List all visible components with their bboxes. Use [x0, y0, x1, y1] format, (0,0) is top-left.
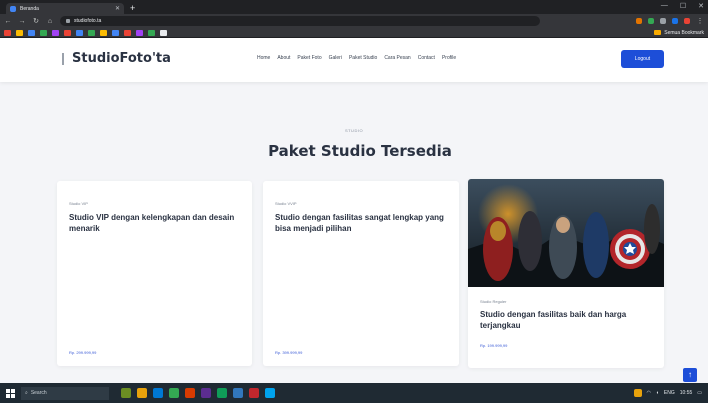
package-label: Studio VVIP — [275, 201, 297, 206]
section-title: Paket Studio Tersedia — [268, 142, 452, 160]
home-icon[interactable]: ⌂ — [46, 18, 54, 25]
forward-icon[interactable]: → — [18, 18, 26, 25]
nav-item-contact[interactable]: Contact — [418, 55, 435, 61]
extension-icon[interactable] — [660, 18, 666, 24]
address-text: studiofoto.ta — [74, 18, 102, 24]
maximize-icon[interactable]: ☐ — [680, 2, 686, 10]
package-label: Studio VIP — [69, 201, 88, 206]
extensions-area: ⋮ — [636, 17, 704, 25]
bookmark-icon[interactable] — [88, 29, 95, 36]
bookmark-icon[interactable] — [160, 29, 167, 36]
package-card[interactable]: Studio VIP Studio VIP dengan kelengkapan… — [57, 181, 252, 366]
taskbar-app-icon[interactable] — [217, 388, 227, 398]
extension-icon[interactable] — [648, 18, 654, 24]
bookmark-icon[interactable] — [100, 29, 107, 36]
bookmark-icon[interactable] — [52, 29, 59, 36]
section-eyebrow: STUDIO — [344, 128, 364, 133]
back-icon[interactable]: ← — [4, 18, 12, 25]
package-photo — [468, 179, 664, 287]
arrow-up-icon: ↑ — [688, 370, 692, 379]
address-bar[interactable]: studiofoto.ta — [60, 16, 540, 26]
volume-icon[interactable]: ◖ — [656, 390, 659, 396]
window-controls: — ☐ ✕ — [661, 2, 704, 10]
bookmark-icon[interactable] — [64, 29, 71, 36]
bookmarks-bar: Semua Bookmark — [0, 28, 708, 38]
language-indicator[interactable]: ENG — [664, 390, 675, 396]
package-price: Rp. 199.999,99 — [480, 343, 508, 348]
extension-icon[interactable] — [636, 18, 642, 24]
new-tab-button[interactable]: + — [130, 3, 135, 14]
close-window-icon[interactable]: ✕ — [698, 2, 704, 10]
profile-avatar-icon[interactable] — [672, 18, 678, 24]
weather-icon[interactable] — [633, 389, 642, 397]
website-viewport: StudioFoto'ta Home About Paket Foto Gale… — [0, 38, 708, 383]
bookmark-icon[interactable] — [148, 29, 155, 36]
bookmark-icon[interactable] — [124, 29, 131, 36]
nav-item-home[interactable]: Home — [257, 55, 270, 61]
bookmark-icon[interactable] — [16, 29, 23, 36]
wifi-icon[interactable]: ◠ — [647, 390, 651, 396]
taskbar-app-icon[interactable] — [185, 388, 195, 398]
notification-icon[interactable]: ▭ — [697, 390, 702, 396]
taskbar-app-icon[interactable] — [265, 388, 275, 398]
browser-tabstrip: Beranda ✕ + — ☐ ✕ — [0, 0, 708, 14]
nav-item-galeri[interactable]: Galeri — [329, 55, 342, 61]
nav-item-cara-pesan[interactable]: Cara Pesan — [384, 55, 410, 61]
package-price: Rp. 399.999,99 — [275, 350, 303, 355]
taskbar-search-placeholder: Search — [30, 390, 47, 396]
bookmark-icon[interactable] — [112, 29, 119, 36]
os-taskbar: ⌕ Search ◠ ◖ ENG 10:55 ▭ — [0, 383, 708, 403]
browser-toolbar: ← → ↻ ⌂ studiofoto.ta ⋮ — [0, 14, 708, 28]
chrome-icon[interactable] — [169, 388, 179, 398]
back-to-top-button[interactable]: ↑ — [683, 368, 697, 382]
logo-mark-icon — [62, 52, 68, 65]
package-image[interactable] — [468, 179, 664, 287]
package-title[interactable]: Studio VIP dengan kelengkapan dan desain… — [69, 212, 239, 234]
clock[interactable]: 10:55 — [680, 390, 693, 396]
reload-icon[interactable]: ↻ — [32, 17, 40, 25]
taskbar-search[interactable]: ⌕ Search — [21, 386, 109, 400]
nav-item-profile[interactable]: Profile — [442, 55, 456, 61]
extension-icon[interactable] — [684, 18, 690, 24]
package-price: Rp. 299.999,99 — [69, 350, 97, 355]
windows-start-icon[interactable] — [6, 388, 15, 398]
bookmark-icon[interactable] — [28, 29, 35, 36]
bookmark-icon[interactable] — [4, 29, 11, 36]
vscode-icon[interactable] — [233, 388, 243, 398]
main-nav: Home About Paket Foto Galeri Paket Studi… — [257, 55, 456, 61]
all-bookmarks-label: Semua Bookmark — [664, 29, 704, 36]
minimize-icon[interactable]: — — [661, 2, 668, 10]
taskbar-app-icon[interactable] — [249, 388, 259, 398]
tab-active[interactable]: Beranda ✕ — [6, 3, 124, 14]
nav-item-paket-studio[interactable]: Paket Studio — [349, 55, 377, 61]
favicon-icon — [10, 5, 16, 12]
search-icon: ⌕ — [25, 390, 28, 396]
system-tray: ◠ ◖ ENG 10:55 ▭ — [633, 389, 702, 397]
package-title[interactable]: Studio dengan fasilitas baik dan harga t… — [480, 309, 650, 331]
package-card[interactable]: Studio VVIP Studio dengan fasilitas sang… — [263, 181, 459, 366]
folder-icon — [654, 30, 662, 35]
all-bookmarks[interactable]: Semua Bookmark — [654, 30, 704, 36]
bookmark-icon[interactable] — [40, 29, 47, 36]
site-info-icon[interactable] — [66, 19, 70, 23]
logout-button[interactable]: Logout — [621, 50, 664, 68]
file-explorer-icon[interactable] — [137, 388, 147, 398]
taskbar-app-icon[interactable] — [153, 388, 163, 398]
menu-icon[interactable]: ⋮ — [696, 17, 704, 25]
site-navbar: StudioFoto'ta Home About Paket Foto Gale… — [0, 38, 708, 82]
tab-title: Beranda — [20, 5, 39, 12]
brand-name: StudioFoto'ta — [72, 51, 171, 66]
nav-item-about[interactable]: About — [277, 55, 290, 61]
bookmark-icon[interactable] — [136, 29, 143, 36]
taskbar-apps — [121, 388, 275, 398]
taskbar-app-icon[interactable] — [121, 388, 131, 398]
taskbar-app-icon[interactable] — [201, 388, 211, 398]
nav-item-paket-foto[interactable]: Paket Foto — [297, 55, 321, 61]
brand-logo[interactable]: StudioFoto'ta — [62, 51, 171, 66]
package-title[interactable]: Studio dengan fasilitas sangat lengkap y… — [275, 212, 445, 234]
close-tab-icon[interactable]: ✕ — [115, 5, 120, 12]
package-label: Studio Reguler — [480, 299, 507, 304]
package-card[interactable]: Studio Reguler Studio dengan fasilitas b… — [468, 179, 664, 368]
bookmark-icon[interactable] — [76, 29, 83, 36]
